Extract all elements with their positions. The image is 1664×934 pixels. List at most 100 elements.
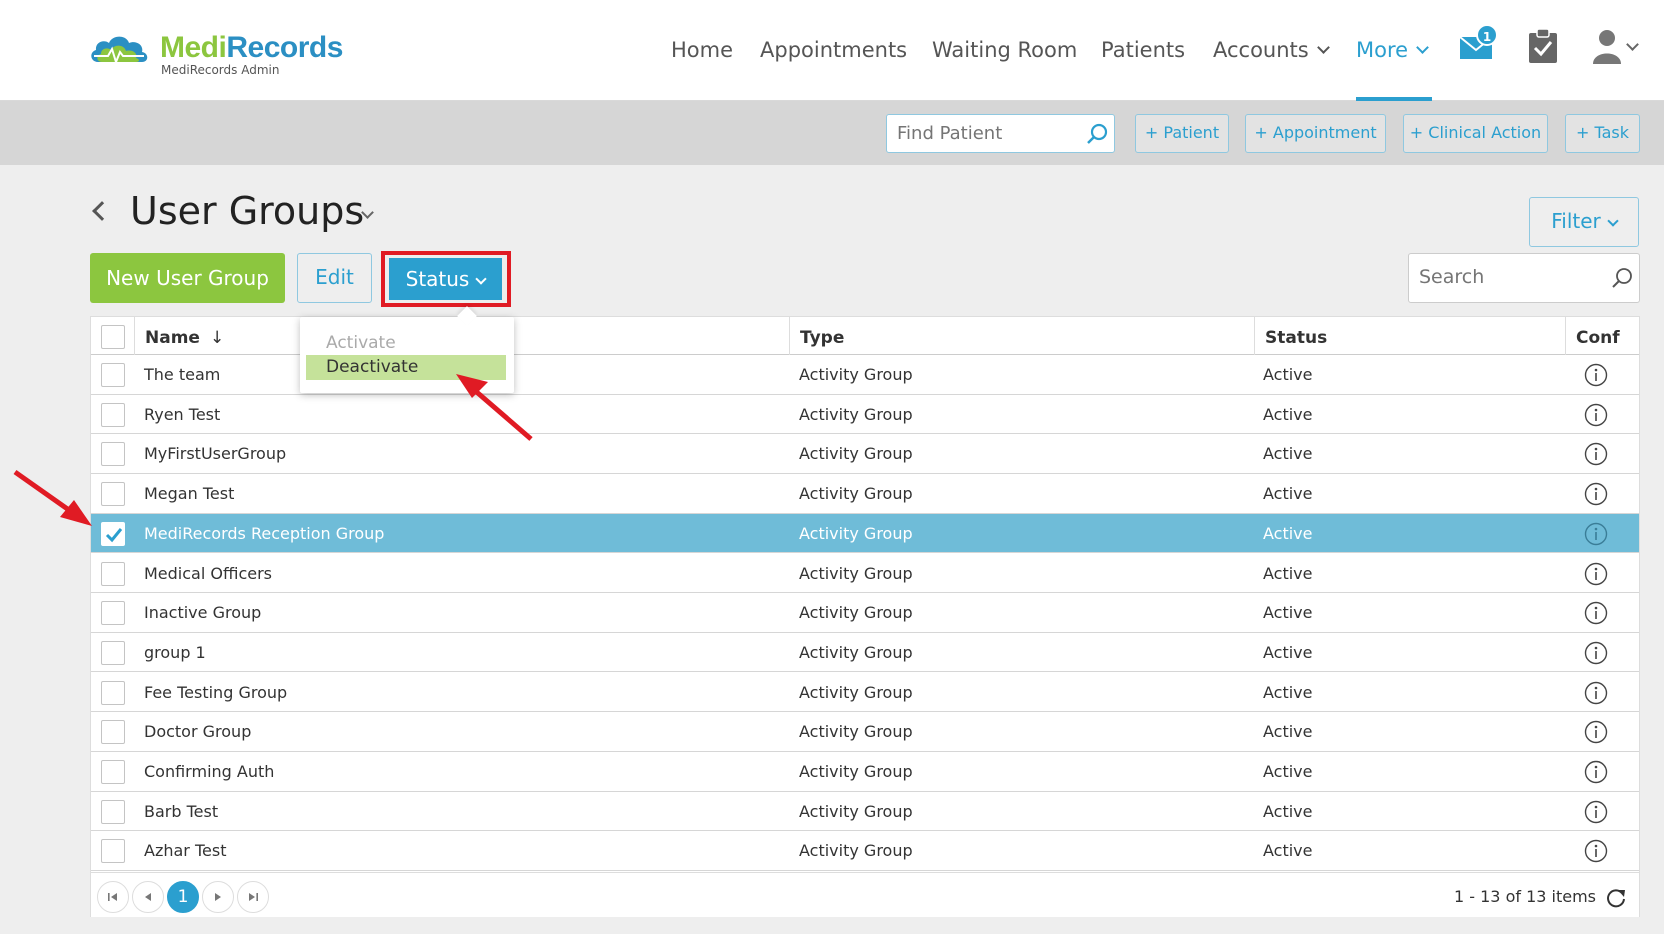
table-row[interactable]: Azhar Test Activity Group Active xyxy=(91,831,1639,871)
row-checkbox[interactable] xyxy=(101,799,125,824)
cell-name: Megan Test xyxy=(144,484,235,504)
last-page-button[interactable] xyxy=(237,881,269,913)
info-icon[interactable] xyxy=(1584,363,1608,387)
row-checkbox[interactable] xyxy=(101,720,125,745)
add-clinical-action-button[interactable]: + Clinical Action xyxy=(1403,114,1548,153)
info-icon[interactable] xyxy=(1584,681,1608,705)
app-header: MediRecords MediRecords Admin Home Appoi… xyxy=(0,0,1664,101)
find-patient-field[interactable] xyxy=(886,114,1115,153)
cloud-logo-icon xyxy=(91,36,148,66)
info-icon[interactable] xyxy=(1584,760,1608,784)
column-header-conf[interactable]: Conf xyxy=(1565,317,1639,355)
add-patient-button[interactable]: + Patient xyxy=(1135,114,1229,153)
row-checkbox[interactable] xyxy=(101,363,125,387)
cell-name: group 1 xyxy=(144,642,206,662)
info-icon[interactable] xyxy=(1584,601,1608,625)
page-title: User Groups xyxy=(130,189,365,233)
status-button[interactable]: Status xyxy=(389,258,502,300)
chevron-down-icon xyxy=(1316,41,1330,54)
table-row[interactable]: Inactive Group Activity Group Active xyxy=(91,593,1639,633)
chevron-down-icon[interactable] xyxy=(1626,38,1639,51)
select-all-checkbox[interactable] xyxy=(101,325,125,349)
nav-appointments[interactable]: Appointments xyxy=(760,32,907,68)
info-icon[interactable] xyxy=(1584,403,1608,427)
row-checkbox[interactable] xyxy=(101,640,125,665)
row-checkbox[interactable] xyxy=(101,839,125,864)
info-icon[interactable] xyxy=(1584,522,1608,546)
table-row[interactable]: Medical Officers Activity Group Active xyxy=(91,553,1639,594)
nav-waiting-room[interactable]: Waiting Room xyxy=(932,32,1077,68)
table-row[interactable]: Megan Test Activity Group Active xyxy=(91,474,1639,514)
column-header-type[interactable]: Type xyxy=(789,317,1254,355)
nav-accounts[interactable]: Accounts xyxy=(1213,32,1330,68)
table-row[interactable]: group 1 Activity Group Active xyxy=(91,632,1639,673)
cell-type: Activity Group xyxy=(799,603,913,623)
find-patient-input[interactable] xyxy=(887,115,1077,151)
nav-home[interactable]: Home xyxy=(671,32,733,68)
cell-type: Activity Group xyxy=(799,365,913,384)
previous-page-button[interactable] xyxy=(132,881,164,913)
row-checkbox[interactable] xyxy=(101,521,125,546)
cell-type: Activity Group xyxy=(799,762,913,781)
cell-status: Active xyxy=(1263,523,1313,543)
next-page-button[interactable] xyxy=(202,881,234,913)
logo-text-records: Records xyxy=(226,31,343,64)
info-icon[interactable] xyxy=(1584,562,1608,586)
cell-type: Activity Group xyxy=(799,682,913,702)
filter-button[interactable]: Filter xyxy=(1529,197,1639,247)
clipboard-check-icon[interactable] xyxy=(1528,28,1558,64)
cell-type: Activity Group xyxy=(799,642,913,662)
menu-item-deactivate[interactable]: Deactivate xyxy=(306,355,506,380)
table-row[interactable]: MediRecords Reception Group Activity Grou… xyxy=(91,513,1639,554)
search-icon[interactable] xyxy=(1611,267,1633,289)
refresh-icon[interactable] xyxy=(1605,887,1627,909)
cell-name: Medical Officers xyxy=(144,563,272,583)
row-checkbox[interactable] xyxy=(101,680,125,705)
cell-name: Inactive Group xyxy=(144,603,262,623)
grid-search-input[interactable] xyxy=(1409,254,1599,300)
info-icon[interactable] xyxy=(1584,839,1608,863)
new-user-group-button[interactable]: New User Group xyxy=(90,253,285,303)
add-task-button[interactable]: + Task xyxy=(1565,114,1640,153)
info-icon[interactable] xyxy=(1584,442,1608,466)
row-checkbox[interactable] xyxy=(101,402,125,427)
row-checkbox[interactable] xyxy=(101,561,125,586)
app-logo[interactable]: MediRecords MediRecords Admin xyxy=(88,28,348,80)
table-row[interactable]: Ryen Test Activity Group Active xyxy=(91,394,1639,435)
row-checkbox[interactable] xyxy=(101,760,125,784)
back-chevron-icon[interactable] xyxy=(92,201,112,221)
grid-search-field[interactable] xyxy=(1408,253,1640,303)
search-icon[interactable] xyxy=(1086,123,1108,145)
cell-status: Active xyxy=(1263,682,1313,702)
info-icon[interactable] xyxy=(1584,800,1608,824)
table-row[interactable]: Fee Testing Group Activity Group Active xyxy=(91,672,1639,713)
cell-name: MediRecords Reception Group xyxy=(144,523,385,543)
column-name-label: Name xyxy=(145,328,200,348)
nav-patients[interactable]: Patients xyxy=(1101,32,1185,68)
table-row[interactable]: Barb Test Activity Group Active xyxy=(91,791,1639,832)
table-row[interactable]: Confirming Auth Activity Group Active xyxy=(91,752,1639,792)
cell-name: Doctor Group xyxy=(144,722,252,742)
first-page-button[interactable] xyxy=(97,881,129,913)
cell-name: Azhar Test xyxy=(144,841,227,861)
cell-status: Active xyxy=(1263,444,1313,464)
first-page-icon xyxy=(108,893,117,901)
add-appointment-button[interactable]: + Appointment xyxy=(1245,114,1386,153)
cell-name: Confirming Auth xyxy=(144,762,275,781)
filter-label: Filter xyxy=(1551,209,1601,233)
nav-more[interactable]: More xyxy=(1356,32,1429,68)
row-checkbox[interactable] xyxy=(101,482,125,507)
edit-button[interactable]: Edit xyxy=(297,253,372,303)
nav-more-label: More xyxy=(1356,38,1409,62)
info-icon[interactable] xyxy=(1584,720,1608,744)
table-row[interactable]: MyFirstUserGroup Activity Group Active xyxy=(91,434,1639,474)
info-icon[interactable] xyxy=(1584,641,1608,665)
info-icon[interactable] xyxy=(1584,482,1608,506)
row-checkbox[interactable] xyxy=(101,601,125,626)
cell-status: Active xyxy=(1263,365,1313,384)
user-icon[interactable] xyxy=(1592,28,1622,64)
page-number-current[interactable]: 1 xyxy=(167,881,199,913)
row-checkbox[interactable] xyxy=(101,442,125,467)
table-row[interactable]: Doctor Group Activity Group Active xyxy=(91,712,1639,752)
column-header-status[interactable]: Status xyxy=(1254,317,1565,355)
